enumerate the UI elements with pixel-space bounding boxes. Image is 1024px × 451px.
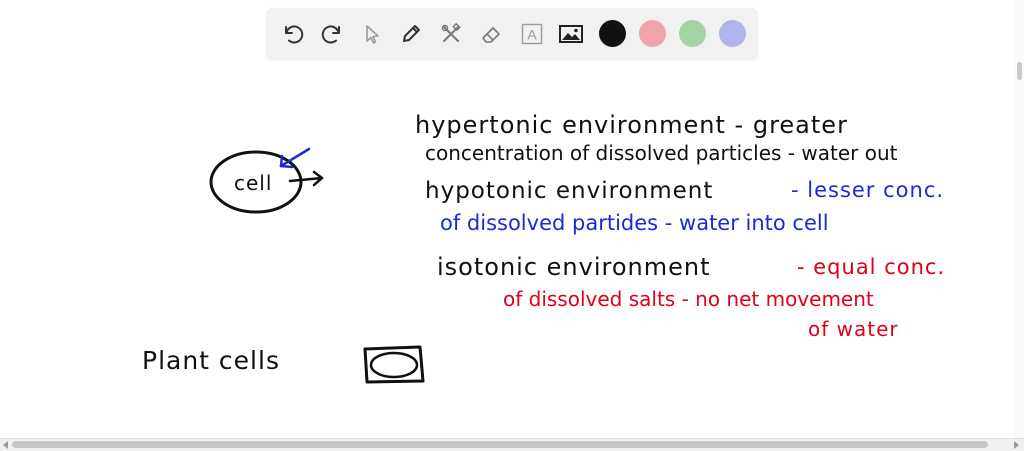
plant-cells-label: Plant cells [142, 346, 280, 375]
scroll-left-arrow-icon[interactable] [3, 441, 8, 449]
horizontal-scroll-thumb[interactable] [12, 441, 988, 448]
isotonic-description-end: of water [808, 317, 899, 341]
vertical-scrollbar[interactable] [1014, 0, 1024, 438]
cell-label: cell [234, 171, 273, 195]
isotonic-description: of dissolved salts - no net movement [503, 287, 874, 311]
isotonic-summary: - equal conc. [797, 255, 946, 279]
hypotonic-title: hypotonic environment [425, 178, 714, 204]
hypotonic-description: of dissolved partides - water into cell [440, 211, 829, 235]
hypertonic-title: hypertonic environment - greater [415, 111, 848, 139]
vertical-scroll-thumb[interactable] [1017, 62, 1022, 80]
isotonic-title: isotonic environment [437, 253, 711, 281]
scroll-right-arrow-icon[interactable] [1014, 441, 1019, 449]
hypotonic-summary: - lesser conc. [791, 178, 945, 202]
plant-cell-membrane [369, 351, 419, 379]
horizontal-scrollbar[interactable] [0, 438, 1024, 451]
hypertonic-description: concentration of dissolved particles - w… [425, 141, 898, 165]
whiteboard-canvas[interactable]: A cell hypertonic environment - greater [0, 0, 1024, 451]
